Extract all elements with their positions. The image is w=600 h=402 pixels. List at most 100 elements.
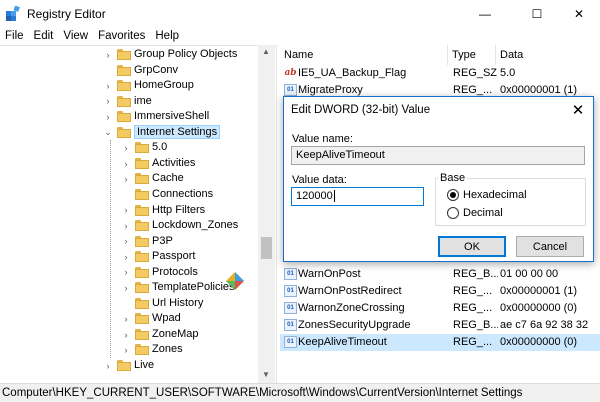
tree-item[interactable]: › Activities [0,156,258,172]
menu-favorites[interactable]: Favorites [93,30,150,42]
value-name-field: KeepAliveTimeout [291,146,585,165]
tree-item[interactable]: › Cache [0,171,258,187]
value-type: REG_B... [453,319,498,331]
chevron-right-icon[interactable]: › [103,361,113,371]
close-button[interactable]: ✕ [556,0,600,27]
tree-scrollbar-thumb[interactable] [261,237,272,259]
chevron-right-icon[interactable]: › [121,143,131,153]
chevron-right-icon[interactable]: › [121,330,131,340]
value-data-label: Value data: [292,174,347,186]
tree-item[interactable]: › Wpad [0,311,258,327]
tree-item-label: TemplatePolicies [152,281,235,294]
string-value-icon: ab [284,68,297,78]
chevron-down-icon[interactable]: ⌄ [103,127,113,138]
scroll-up-arrow-icon[interactable]: ▲ [262,47,270,56]
chevron-right-icon[interactable]: › [121,252,131,262]
menu-edit[interactable]: Edit [29,30,59,42]
tree-item[interactable]: › Zones [0,342,258,358]
chevron-right-icon[interactable]: › [121,283,131,293]
menu-help[interactable]: Help [150,30,184,42]
chevron-right-icon[interactable]: › [121,221,131,231]
value-type: REG_... [453,336,493,348]
tree-item[interactable]: › ImmersiveShell [0,109,258,125]
value-row[interactable]: 01 WarnOnPost REG_B... 01 00 00 00 [280,266,600,283]
value-type: REG_... [453,302,493,314]
chevron-right-icon[interactable]: › [103,81,113,91]
folder-icon [135,282,149,294]
menu-file[interactable]: File [0,30,29,42]
menu-view[interactable]: View [58,30,93,42]
tree-item[interactable]: › HomeGroup [0,78,258,94]
decimal-radio[interactable] [447,207,459,219]
tree-item[interactable]: › P3P [0,234,258,250]
tree-scrollbar[interactable]: ▲ ▼ [258,45,275,383]
folder-icon [135,235,149,247]
decimal-label[interactable]: Decimal [463,207,503,219]
tree-item[interactable]: GrpConv [0,63,258,79]
column-header-data[interactable]: Data [496,45,600,65]
ok-button[interactable]: OK [438,236,506,257]
tree-item-label: Passport [152,250,196,263]
cancel-button[interactable]: Cancel [516,236,584,257]
tree-item[interactable]: › Http Filters [0,203,258,219]
value-row[interactable]: 01 WarnonZoneCrossing REG_... 0x00000000 (0… [280,300,600,317]
column-header-name[interactable]: Name [280,45,448,65]
value-type: REG_B... [453,268,498,280]
value-name: ZonesSecurityUpgrade [298,319,411,331]
value-data-text: 120000 [296,190,333,202]
tree-item[interactable]: Connections [0,187,258,203]
chevron-right-icon[interactable]: › [121,174,131,184]
tree-item[interactable]: Url History [0,296,258,312]
folder-icon [117,95,131,107]
tree-guide-line [110,140,111,358]
tree-item-label: ImmersiveShell [134,110,210,123]
chevron-right-icon[interactable]: › [121,236,131,246]
chevron-right-icon[interactable]: › [121,345,131,355]
binary-value-icon: 01 [284,84,297,96]
tree-item[interactable]: › ime [0,94,258,110]
binary-value-icon: 01 [284,336,297,348]
value-name-label: Value name: [292,133,353,145]
value-row[interactable]: ab IE5_UA_Backup_Flag REG_SZ 5.0 [280,65,600,82]
tree-item[interactable]: › Protocols [0,265,258,281]
dialog-title: Edit DWORD (32-bit) Value [291,104,431,116]
title-bar: Registry Editor — ☐ ✕ [0,0,600,27]
hexadecimal-radio[interactable] [447,189,459,201]
column-header-type[interactable]: Type [448,45,496,65]
value-row[interactable]: 01 ZonesSecurityUpgrade REG_B... ae c7 6a 9… [280,317,600,334]
chevron-right-icon[interactable]: › [103,112,113,122]
folder-icon [117,49,131,60]
chevron-right-icon[interactable]: › [121,205,131,215]
tree-item[interactable]: › ZoneMap [0,327,258,343]
value-data-input[interactable]: 120000 [291,187,424,206]
tree-item[interactable]: ⌄ Internet Settings [0,124,258,141]
minimize-button[interactable]: — [462,0,508,27]
folder-icon [117,111,131,123]
hexadecimal-label[interactable]: Hexadecimal [463,189,527,201]
value-row[interactable]: 01 KeepAliveTimeout REG_... 0x00000000 (0) [280,334,600,351]
tree-item[interactable]: › Passport [0,249,258,265]
tree-item[interactable]: › Lockdown_Zones [0,218,258,234]
base-label: Base [438,172,468,184]
chevron-right-icon[interactable]: › [121,267,131,277]
window-title: Registry Editor [27,7,106,21]
tree-item[interactable]: › TemplatePolicies [0,280,258,296]
scroll-down-arrow-icon[interactable]: ▼ [262,370,270,379]
chevron-right-icon[interactable]: › [103,50,113,60]
chevron-right-icon[interactable]: › [103,96,113,106]
chevron-right-icon[interactable]: › [121,314,131,324]
binary-value-icon: 01 [284,319,297,331]
base-groupbox [435,178,586,226]
tree-item[interactable]: › 5.0 [0,140,258,156]
tree-item[interactable]: › Live [0,358,258,374]
tree-item[interactable]: › Group Policy Objects [0,47,258,63]
folder-icon [117,360,131,371]
folder-icon [117,126,131,138]
value-row[interactable]: 01 WarnOnPostRedirect REG_... 0x00000001 (1… [280,283,600,300]
value-name: MigrateProxy [298,84,363,96]
folder-icon [135,157,149,169]
chevron-right-icon[interactable]: › [121,159,131,169]
dialog-close-icon[interactable]: ✕ [568,101,588,119]
folder-icon [117,80,131,92]
maximize-button[interactable]: ☐ [514,0,560,27]
